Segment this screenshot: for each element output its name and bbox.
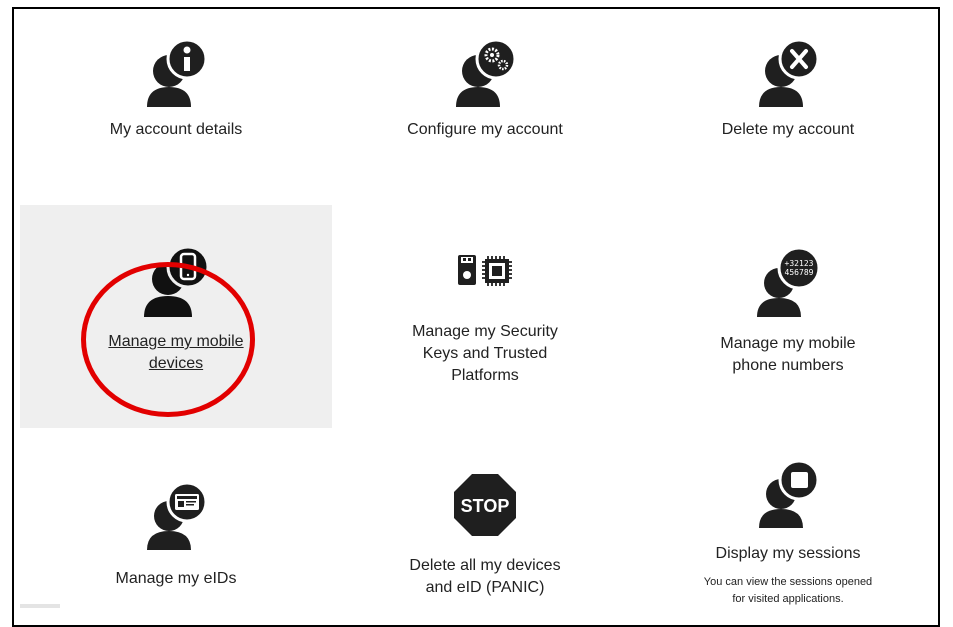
stop-text: STOP bbox=[461, 496, 510, 516]
tile-manage-security-keys[interactable]: Manage my Security Keys and Trusted Plat… bbox=[332, 205, 638, 428]
tile-label: Platforms bbox=[451, 367, 519, 384]
tile-manage-my-eids[interactable]: Manage my eIDs bbox=[20, 428, 332, 608]
phone-number-line-1: +32123 bbox=[785, 259, 814, 268]
tile-display-my-sessions[interactable]: Display my sessions You can view the ses… bbox=[638, 428, 938, 608]
tile-label: Manage my mobile bbox=[108, 333, 244, 350]
tile-delete-my-account[interactable]: Delete my account bbox=[638, 9, 938, 199]
number-icon: +32123 456789 bbox=[757, 247, 821, 317]
phone-icon bbox=[144, 245, 210, 317]
tile-label: Keys and Trusted bbox=[422, 345, 548, 362]
tile-description: for visited applications. bbox=[732, 593, 844, 605]
tile-label: Delete my account bbox=[721, 121, 855, 138]
tile-label: phone numbers bbox=[732, 357, 844, 374]
x-icon bbox=[759, 38, 820, 107]
tile-manage-my-mobile-devices[interactable]: Manage my mobile devices bbox=[20, 205, 332, 428]
tile-label: Configure my account bbox=[407, 121, 563, 138]
tile-label: Display my sessions bbox=[715, 545, 861, 562]
tile-delete-all-devices-panic[interactable]: STOP Delete all my devices and eID (PANI… bbox=[332, 428, 638, 608]
session-window-icon bbox=[759, 459, 820, 528]
stop-sign-icon: STOP bbox=[454, 474, 516, 536]
id-card-icon bbox=[147, 481, 208, 550]
gears-icon bbox=[456, 38, 517, 107]
tile-description: You can view the sessions opened bbox=[703, 576, 873, 588]
tile-label: and eID (PANIC) bbox=[425, 579, 545, 596]
tile-label: Manage my mobile bbox=[720, 335, 856, 352]
tile-manage-mobile-phone-numbers[interactable]: +32123 456789 Manage my mobile phone num… bbox=[638, 205, 938, 428]
phone-number-line-2: 456789 bbox=[785, 268, 814, 277]
horizontal-scrollbar[interactable] bbox=[20, 604, 60, 608]
tile-label: Delete all my devices bbox=[409, 557, 561, 574]
tile-label: Manage my Security bbox=[412, 323, 558, 340]
tile-label: devices bbox=[148, 355, 204, 372]
info-icon bbox=[147, 38, 208, 107]
tile-label: Manage my eIDs bbox=[115, 570, 237, 587]
security-key-chip-icon bbox=[458, 255, 512, 286]
tile-my-account-details[interactable]: My account details bbox=[20, 9, 332, 199]
tile-label: My account details bbox=[109, 121, 243, 138]
tile-configure-my-account[interactable]: Configure my account bbox=[332, 9, 638, 199]
